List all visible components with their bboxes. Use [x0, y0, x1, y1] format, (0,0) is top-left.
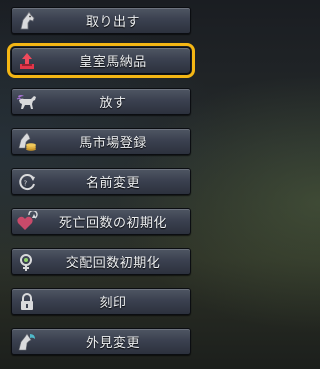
royal-horse-delivery-button[interactable]: 皇室馬納品: [7, 43, 195, 78]
rename-label: 名前変更: [85, 176, 140, 191]
reset-death-count-button[interactable]: 死亡回数の初期化: [11, 208, 191, 235]
royal-horse-delivery-label: 皇室馬納品: [79, 55, 147, 70]
horse-actions-menu: 取り出す 皇室馬納品 放す 馬市場登録 ? 名前変更 死亡回数の初期化 交配回数…: [0, 0, 210, 369]
svg-text:?: ?: [24, 180, 28, 188]
padlock-icon: [14, 290, 40, 314]
reset-breeding-count-button[interactable]: 交配回数初期化: [11, 248, 191, 275]
reset-breeding-count-label: 交配回数初期化: [65, 256, 161, 271]
take-out-button[interactable]: 取り出す: [11, 7, 191, 34]
release-label: 放す: [99, 96, 127, 111]
rename-cycle-icon: ?: [14, 170, 40, 194]
engrave-label: 刻印: [99, 296, 127, 311]
gender-refresh-icon: [14, 250, 40, 274]
running-horse-icon: [14, 90, 40, 114]
change-appearance-label: 外見変更: [85, 336, 140, 351]
upload-tray-icon: [14, 49, 40, 73]
reset-death-count-label: 死亡回数の初期化: [58, 216, 167, 231]
horse-head-take-out-icon: [14, 9, 40, 33]
horse-market-register-button[interactable]: 馬市場登録: [11, 128, 191, 155]
heart-refresh-icon: [14, 210, 40, 234]
horse-appearance-icon: [14, 330, 40, 354]
horse-coins-icon: [14, 130, 40, 154]
horse-market-register-label: 馬市場登録: [79, 136, 147, 151]
take-out-label: 取り出す: [85, 15, 140, 30]
rename-button[interactable]: ? 名前変更: [11, 168, 191, 195]
engrave-button[interactable]: 刻印: [11, 288, 191, 315]
change-appearance-button[interactable]: 外見変更: [11, 328, 191, 355]
release-button[interactable]: 放す: [11, 88, 191, 115]
